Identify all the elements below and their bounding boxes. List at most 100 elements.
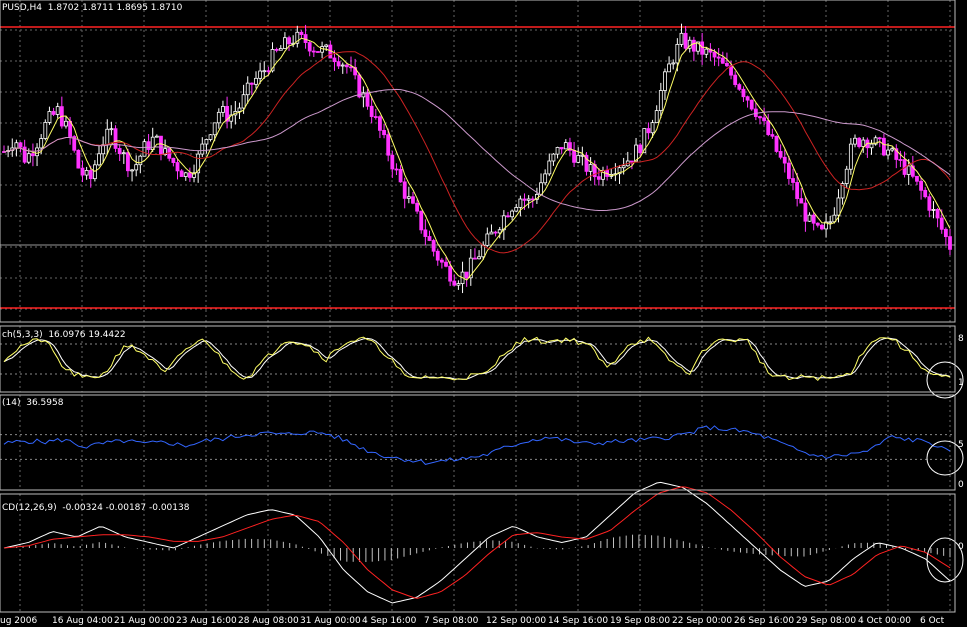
bear-candle (766, 120, 771, 135)
bear-candle (357, 74, 362, 98)
main-header: PUSD,H4 1.8702 1.8711 1.8695 1.8710 (2, 3, 182, 13)
bear-candle (307, 42, 312, 52)
macd-name: CD(12,26,9) (2, 503, 57, 513)
bear-candle (948, 236, 952, 250)
bull-candle (576, 155, 581, 163)
bull-candle (245, 82, 250, 96)
bull-candle (650, 122, 655, 134)
price-pane[interactable] (0, 23, 955, 309)
rsi-axis-bottom: 0 (958, 480, 964, 490)
bull-candle (262, 70, 267, 73)
bear-candle (898, 159, 903, 161)
bear-candle (336, 61, 341, 67)
bear-candle (18, 142, 23, 148)
bull-candle (828, 221, 833, 224)
bull-candle (675, 44, 680, 64)
time-axis-label: 7 Sep 08:00 (424, 616, 479, 626)
bear-candle (415, 202, 420, 212)
bear-candle (88, 170, 93, 180)
bull-candle (658, 90, 663, 111)
bull-candle (200, 143, 205, 155)
bear-candle (691, 39, 696, 52)
bear-candle (390, 154, 395, 170)
bear-candle (126, 152, 130, 172)
bull-candle (526, 198, 531, 201)
bull-candle (551, 153, 556, 162)
bear-candle (712, 51, 717, 58)
time-axis-label: 19 Sep 08:00 (610, 616, 671, 626)
bull-candle (154, 135, 159, 138)
time-axis-label: 29 Sep 08:00 (796, 616, 857, 626)
bear-candle (365, 92, 370, 107)
bull-candle (671, 62, 676, 65)
bull-candle (183, 172, 188, 177)
bear-candle (559, 147, 564, 150)
bear-candle (758, 116, 762, 119)
bull-candle (621, 165, 626, 169)
bear-candle (411, 196, 415, 204)
bull-candle (848, 143, 853, 170)
bear-candle (175, 162, 180, 172)
bull-candle (55, 106, 60, 115)
bull-candle (221, 106, 225, 113)
bear-candle (683, 32, 688, 49)
macd-values: -0.00324 -0.00187 -0.00138 (62, 503, 190, 513)
bear-candle (939, 217, 944, 230)
time-axis-label: 26 Sep 16:00 (734, 616, 795, 626)
bull-candle (890, 148, 895, 151)
bear-candle (782, 156, 787, 164)
bear-candle (778, 151, 783, 158)
time-axis-label: 21 Aug 00:00 (114, 616, 175, 626)
bear-candle (287, 37, 291, 45)
bull-candle (634, 144, 638, 162)
bear-candle (51, 111, 56, 115)
bear-candle (745, 96, 750, 101)
bear-candle (749, 99, 754, 110)
stoch-axis-bottom: 1 (958, 378, 964, 388)
time-axis-label: 23 Aug 16:00 (176, 616, 237, 626)
bear-candle (349, 66, 353, 69)
bull-candle (679, 32, 684, 45)
bull-candle (241, 94, 246, 109)
bear-candle (146, 141, 151, 150)
bear-candle (646, 128, 651, 134)
bull-candle (216, 111, 221, 124)
bear-candle (799, 198, 804, 204)
bear-candle (733, 74, 738, 85)
bear-candle (80, 167, 85, 176)
bull-candle (340, 64, 345, 67)
bear-candle (299, 31, 304, 35)
bear-candle (378, 116, 382, 131)
bear-candle (803, 202, 808, 222)
bull-candle (485, 233, 490, 246)
bull-candle (258, 70, 263, 79)
bear-candle (720, 57, 725, 64)
bull-candle (547, 160, 552, 175)
rsi-line (3, 425, 951, 465)
bear-candle (332, 57, 337, 63)
bear-candle (249, 82, 254, 85)
bear-candle (435, 250, 440, 261)
bull-candle (807, 214, 812, 222)
bull-candle (906, 165, 911, 175)
bull-candle (489, 231, 494, 235)
time-axis-label: 14 Sep 16:00 (548, 616, 609, 626)
time-axis-label: 4 Oct 00:00 (858, 616, 911, 626)
bear-candle (935, 209, 940, 219)
bull-candle (510, 210, 515, 218)
grid-lines (0, 0, 955, 612)
bull-candle (539, 182, 543, 195)
bear-candle (919, 180, 923, 191)
bull-candle (208, 134, 213, 140)
bull-candle (324, 44, 329, 47)
rsi-header: (14) 36.5958 (2, 398, 63, 408)
macd-pane[interactable] (3, 481, 964, 604)
bear-candle (638, 144, 643, 154)
bull-candle (64, 120, 68, 127)
bear-candle (316, 51, 320, 53)
bull-candle (663, 71, 667, 91)
time-axis-label: 6 Oct (920, 616, 945, 626)
bull-candle (931, 209, 936, 211)
bear-candle (791, 178, 795, 183)
bear-candle (572, 150, 576, 163)
